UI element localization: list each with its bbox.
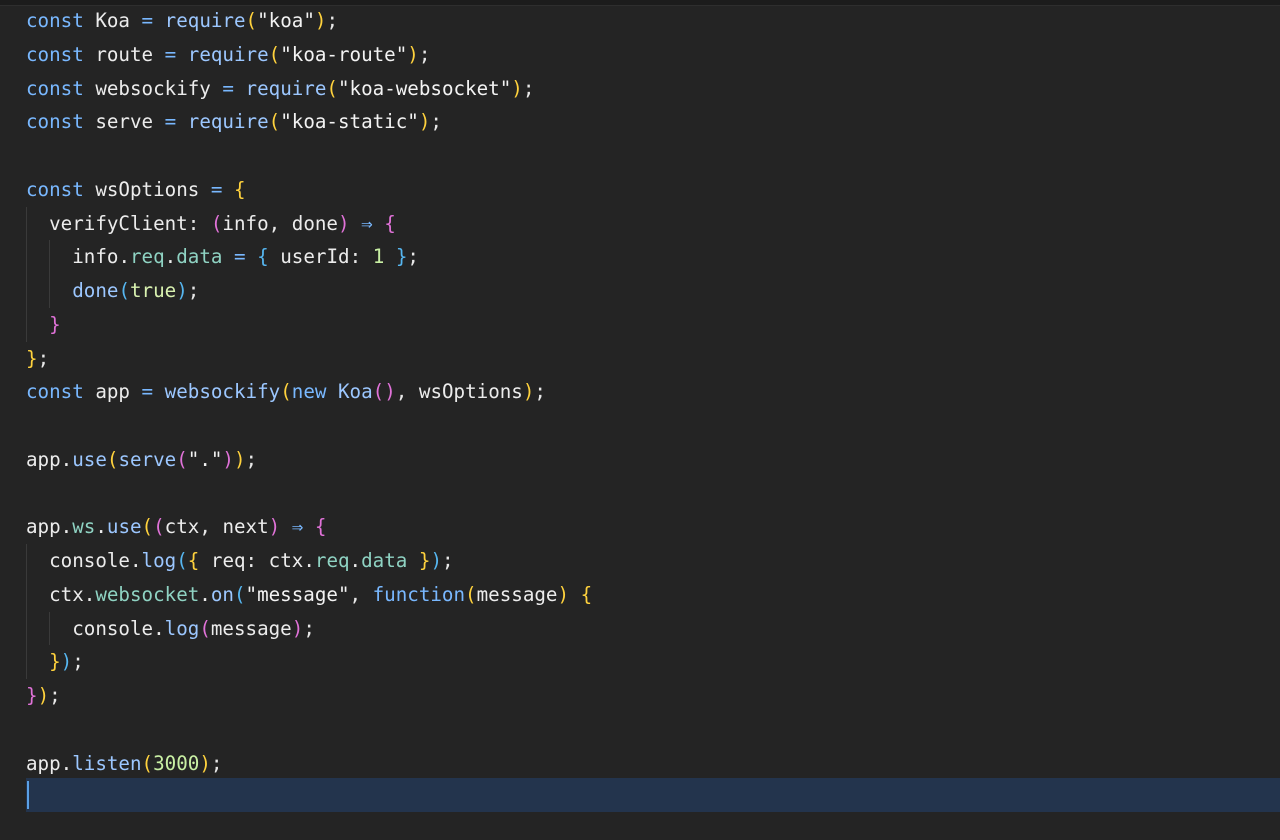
indent-guide bbox=[26, 240, 27, 274]
code-line: done(true); bbox=[26, 274, 1280, 308]
code-line: app.listen(3000); bbox=[26, 751, 223, 775]
code-line: console.log({ req: ctx.req.data }); bbox=[26, 544, 1280, 578]
indent-guide bbox=[26, 274, 27, 308]
code-line: const websockify = require("koa-websocke… bbox=[26, 76, 535, 100]
indent-guide bbox=[26, 544, 27, 578]
indent-guide bbox=[49, 611, 51, 646]
indent-guide bbox=[26, 577, 27, 612]
code-line: const Koa = require("koa"); bbox=[26, 9, 338, 32]
code-line: const app = websockify(new Koa(), wsOpti… bbox=[26, 380, 546, 404]
code-line: verifyClient: (info, done) ⇒ { bbox=[26, 206, 1280, 241]
code-line: }; bbox=[26, 346, 50, 370]
indent-guide bbox=[26, 645, 27, 679]
text-cursor bbox=[27, 781, 29, 809]
code-area[interactable]: const Koa = require("koa"); const route =… bbox=[26, 4, 1280, 814]
code-line: const serve = require("koa-static"); bbox=[26, 110, 442, 134]
indent-guide bbox=[26, 307, 27, 342]
code-line: }); bbox=[26, 645, 1280, 679]
indent-guide bbox=[49, 240, 51, 274]
code-line: const wsOptions = { bbox=[26, 177, 246, 201]
code-line: app.use(serve(".")); bbox=[26, 447, 258, 471]
code-line: console.log(message); bbox=[26, 611, 1280, 646]
indent-guide bbox=[49, 274, 51, 308]
indent-guide bbox=[26, 206, 27, 241]
code-line: app.ws.use((ctx, next) ⇒ { bbox=[26, 515, 327, 539]
indent-guide bbox=[26, 611, 27, 646]
code-line: const route = require("koa-route"); bbox=[26, 42, 431, 66]
code-line: ctx.websocket.on("message", function(mes… bbox=[26, 577, 1280, 612]
code-editor[interactable]: const Koa = require("koa"); const route =… bbox=[0, 0, 1280, 840]
code-line: info.req.data = { userId: 1 }; bbox=[26, 240, 1280, 274]
code-line: } bbox=[26, 307, 1280, 342]
code-line: }); bbox=[26, 684, 61, 707]
